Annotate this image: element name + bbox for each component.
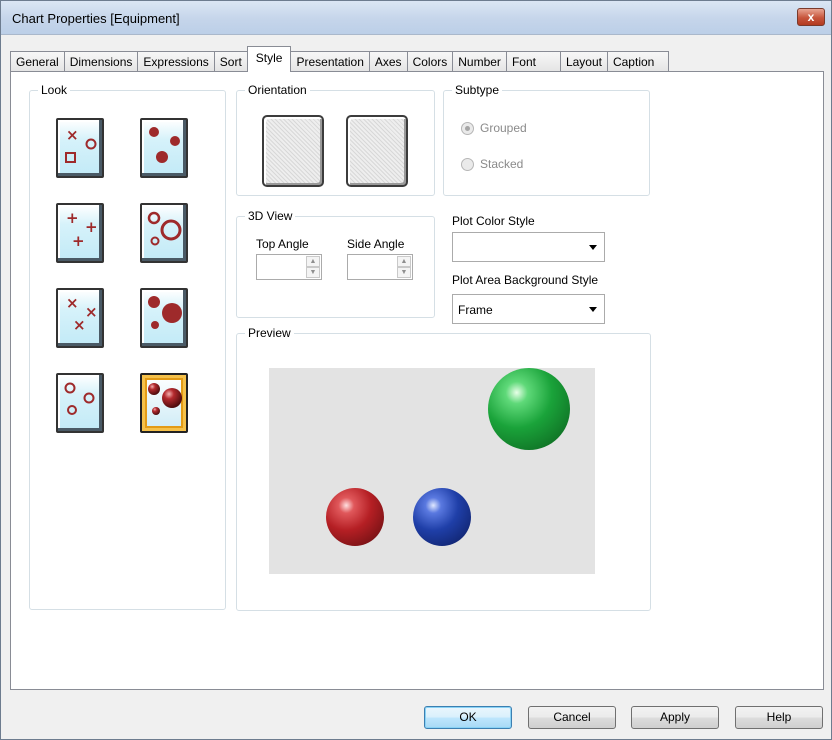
filled-dots-icon: [149, 127, 180, 163]
tab-axes[interactable]: Axes: [368, 51, 407, 73]
tab-number[interactable]: Number: [452, 51, 506, 73]
plot-color-style-label: Plot Color Style: [452, 214, 535, 228]
subtype-stacked-radio[interactable]: Stacked: [461, 157, 523, 171]
look-option-rings[interactable]: [140, 203, 188, 263]
ok-button[interactable]: OK: [424, 706, 512, 729]
orientation-horizontal-button[interactable]: [346, 115, 408, 187]
plot-color-style-dropdown[interactable]: [452, 232, 605, 262]
preview-plot-area: [269, 368, 595, 574]
preview-sphere-blue: [413, 488, 471, 546]
side-angle-label: Side Angle: [347, 237, 405, 251]
spin-up-icon[interactable]: ▲: [397, 256, 411, 267]
top-angle-label: Top Angle: [256, 237, 309, 251]
look-option-small-rings[interactable]: [56, 373, 104, 433]
help-button[interactable]: Help: [735, 706, 823, 729]
window-title: Chart Properties [Equipment]: [12, 11, 180, 26]
tab-dimensions[interactable]: Dimensions: [63, 51, 138, 73]
orientation-group-label: Orientation: [245, 83, 310, 97]
cancel-button[interactable]: Cancel: [528, 706, 616, 729]
top-angle-spinner[interactable]: ▲ ▼: [256, 254, 322, 280]
spin-down-icon[interactable]: ▼: [397, 267, 411, 278]
plus-markers-icon: + + +: [66, 209, 98, 250]
spin-up-icon[interactable]: ▲: [306, 256, 320, 267]
svg-text:+: +: [66, 209, 79, 227]
tab-presentation[interactable]: Presentation: [291, 51, 369, 73]
subtype-grouped-radio[interactable]: Grouped: [461, 121, 527, 135]
plot-bg-style-label: Plot Area Background Style: [452, 273, 599, 287]
spin-down-icon[interactable]: ▼: [306, 267, 320, 278]
svg-text:×: ×: [85, 303, 98, 321]
tab-strip: General Dimensions Expressions Sort Styl…: [10, 46, 670, 73]
x-markers-icon: × × ×: [66, 294, 98, 334]
subtype-group: Subtype Grouped Stacked: [443, 83, 650, 196]
subtype-group-label: Subtype: [452, 83, 503, 97]
orientation-group: Orientation: [236, 83, 435, 196]
radio-checked-icon: [461, 121, 474, 135]
radio-unchecked-icon: [461, 157, 474, 171]
tab-colors[interactable]: Colors: [406, 51, 453, 73]
chart-properties-dialog: Chart Properties [Equipment] x General D…: [0, 0, 832, 740]
large-filled-dots-icon: [148, 296, 182, 329]
tab-general[interactable]: General: [10, 51, 64, 73]
3d-view-group: 3D View Top Angle Side Angle ▲ ▼ ▲ ▼: [236, 209, 435, 318]
subtype-stacked-label: Stacked: [480, 157, 524, 171]
tab-style[interactable]: Style: [246, 46, 292, 72]
look-option-x-markers[interactable]: × × ×: [56, 288, 104, 348]
close-icon: x: [807, 10, 815, 24]
tab-caption[interactable]: Caption: [606, 51, 670, 73]
apply-button[interactable]: Apply: [631, 706, 719, 729]
svg-text:×: ×: [66, 294, 79, 312]
svg-text:×: ×: [73, 316, 86, 334]
small-rings-icon: [64, 382, 95, 415]
chevron-down-icon: [589, 307, 597, 312]
look-option-plus-markers[interactable]: + + +: [56, 203, 104, 263]
orientation-vertical-button[interactable]: [262, 115, 324, 187]
3d-spheres-icon: [148, 383, 182, 415]
plot-bg-style-dropdown[interactable]: Frame: [452, 294, 605, 324]
rings-icon: [147, 211, 182, 246]
tab-font[interactable]: Font: [505, 51, 560, 73]
svg-text:×: ×: [66, 126, 79, 144]
style-tab-page: Look × + + + × × × Orientation Subtype G…: [10, 71, 824, 690]
title-bar[interactable]: Chart Properties [Equipment] x: [1, 1, 831, 35]
svg-text:+: +: [85, 218, 98, 236]
look-group: Look × + + + × × ×: [29, 83, 226, 610]
look-group-label: Look: [38, 83, 71, 97]
tab-sort[interactable]: Sort: [213, 51, 247, 73]
tab-layout[interactable]: Layout: [559, 51, 607, 73]
3d-view-group-label: 3D View: [245, 209, 296, 223]
subtype-grouped-label: Grouped: [480, 121, 527, 135]
look-option-cross-circle-square[interactable]: ×: [56, 118, 104, 178]
plot-bg-style-value: Frame: [458, 303, 493, 317]
close-button[interactable]: x: [797, 8, 825, 26]
preview-group-label: Preview: [245, 326, 294, 340]
look-option-filled-dots[interactable]: [140, 118, 188, 178]
preview-sphere-green: [488, 368, 570, 450]
preview-sphere-red: [326, 488, 384, 546]
chevron-down-icon: [589, 245, 597, 250]
apply-button-label: Apply: [659, 710, 691, 724]
look-option-3d-spheres[interactable]: [140, 373, 188, 433]
look-option-large-filled-dots[interactable]: [140, 288, 188, 348]
side-angle-spinner[interactable]: ▲ ▼: [347, 254, 413, 280]
tab-expressions[interactable]: Expressions: [137, 51, 214, 73]
svg-text:+: +: [72, 232, 85, 250]
cross-circle-square-icon: ×: [65, 126, 97, 163]
